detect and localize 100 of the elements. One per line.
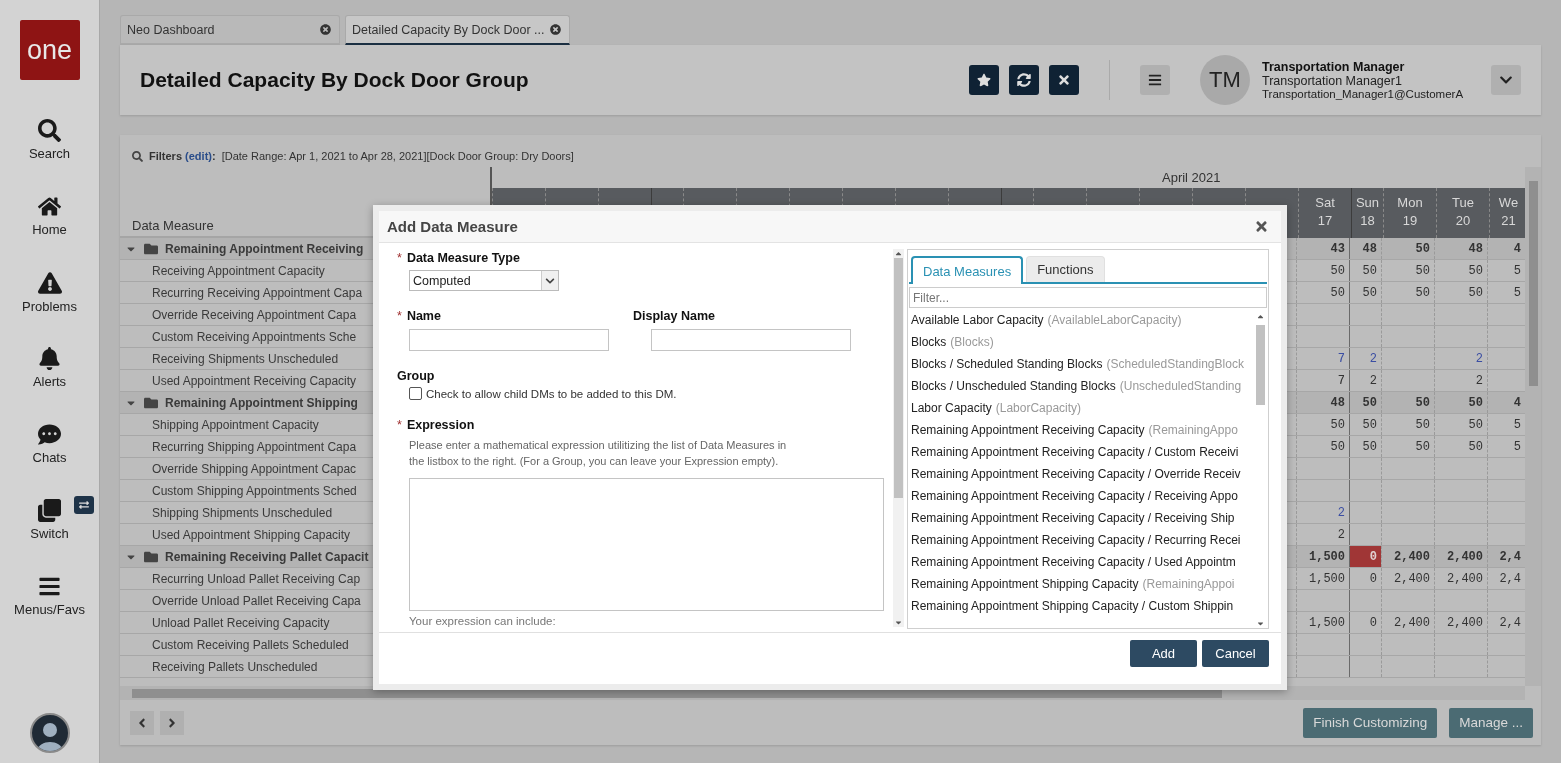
- type-select[interactable]: Computed: [409, 270, 559, 292]
- table-cell: 50: [1381, 414, 1434, 435]
- nav-item[interactable]: Alerts: [0, 330, 100, 406]
- measure-item[interactable]: Blocks / Scheduled Standing Blocks (ScheduledStandingBlock: [911, 353, 1254, 375]
- nav-item[interactable]: Switch: [0, 482, 100, 558]
- value-link[interactable]: 2: [1296, 502, 1349, 523]
- refresh-button[interactable]: [1009, 65, 1039, 95]
- table-cell: 50: [1434, 392, 1487, 413]
- close-icon[interactable]: [320, 24, 331, 35]
- table-cell: 50: [1381, 436, 1434, 457]
- day-label: We: [1498, 194, 1519, 212]
- nav-item[interactable]: Chats: [0, 406, 100, 482]
- field-label: Display Name: [633, 309, 715, 324]
- table-cell: 2,400: [1381, 568, 1434, 589]
- manage-button[interactable]: Manage ...: [1449, 707, 1533, 738]
- value-link[interactable]: 2: [1434, 348, 1487, 369]
- day-label: Sun: [1355, 194, 1380, 212]
- nav-item[interactable]: Menus/Favs: [0, 558, 100, 634]
- table-cell: 50: [1349, 414, 1381, 435]
- close-button[interactable]: [1049, 65, 1079, 95]
- add-button[interactable]: Add: [1130, 640, 1197, 667]
- scroll-up-icon[interactable]: [1256, 312, 1265, 321]
- nav-item[interactable]: Home: [0, 178, 100, 254]
- nav-item[interactable]: Search: [0, 102, 100, 178]
- value-link[interactable]: 7: [1296, 348, 1349, 369]
- table-cell: 50: [1381, 260, 1434, 281]
- scrollbar-thumb[interactable]: [1256, 325, 1265, 405]
- measure-item[interactable]: Remaining Appointment Receiving Capacity (RemainingAppo: [911, 419, 1254, 441]
- measure-label: Override Shipping Appointment Capac: [152, 461, 357, 476]
- panel-tab[interactable]: Data Measures: [911, 256, 1024, 284]
- table-cell: 50: [1381, 392, 1434, 413]
- measure-item[interactable]: Remaining Appointment Shipping Capacity / Custom Shippin: [911, 595, 1254, 617]
- table-cell: 2,400: [1381, 546, 1434, 567]
- close-button[interactable]: [1254, 219, 1269, 234]
- user-menu-button[interactable]: [1491, 65, 1521, 95]
- nav-item[interactable]: Problems: [0, 254, 100, 330]
- search-icon: [38, 119, 61, 142]
- table-cell: 50: [1296, 260, 1349, 281]
- table-cell: 48: [1349, 238, 1381, 259]
- measure-item[interactable]: Remaining Appointment Receiving Capacity / Used Appointm: [911, 551, 1254, 573]
- measure-item[interactable]: Remaining Appointment Receiving Capacity / Receiving Appo: [911, 485, 1254, 507]
- group-label: Remaining Appointment Receiving: [165, 241, 364, 256]
- measure-label: Override Receiving Appointment Capa: [152, 307, 357, 322]
- measure-item[interactable]: Labor Capacity (LaborCapacity): [911, 397, 1254, 419]
- measure-label: Receiving Shipments Unscheduled: [152, 351, 339, 366]
- table-cell: 0: [1349, 612, 1381, 633]
- user-name: Transportation Manager1: [1262, 74, 1403, 88]
- measure-item[interactable]: Remaining Appointment Receiving Capacity / Receiving Ship: [911, 507, 1254, 529]
- measure-item[interactable]: Blocks (Blocks): [911, 331, 1254, 353]
- switch-badge-icon: [73, 496, 94, 514]
- measure-label: Receiving Appointment Capacity: [152, 263, 325, 278]
- scrollbar-thumb[interactable]: [894, 258, 903, 498]
- menu-icon: [38, 575, 61, 598]
- previous-button[interactable]: [130, 710, 154, 735]
- expression-field[interactable]: [409, 477, 884, 611]
- field-label: Data Measure Type: [406, 251, 520, 265]
- measure-label: Custom Shipping Appointments Sched: [152, 483, 357, 498]
- month-label: April 2021: [1162, 170, 1221, 185]
- finish-button[interactable]: Finish Customizing: [1303, 707, 1438, 738]
- group-checkbox[interactable]: [409, 387, 422, 401]
- panel-tab[interactable]: Functions: [1026, 256, 1105, 282]
- measure-item[interactable]: Remaining Appointment Receiving Capacity / Custom Receivi: [911, 441, 1254, 463]
- user-avatar: TM: [1200, 55, 1250, 105]
- scroll-down-icon[interactable]: [1256, 619, 1265, 628]
- form-scrollbar[interactable]: [893, 249, 904, 627]
- folder-icon: [144, 549, 158, 564]
- filter-field[interactable]: Filter...: [909, 287, 1267, 308]
- close-icon[interactable]: [550, 24, 561, 35]
- user-role: Transportation Manager: [1262, 60, 1406, 74]
- menu-button[interactable]: [1140, 65, 1170, 95]
- name-field[interactable]: [409, 329, 609, 352]
- value-link[interactable]: 2: [1349, 348, 1381, 369]
- scroll-down-icon[interactable]: [894, 618, 903, 627]
- page-tab[interactable]: Detailed Capacity By Dock Door ...: [345, 15, 570, 45]
- scroll-up-icon[interactable]: [894, 249, 903, 258]
- date-label: 17: [1317, 212, 1333, 230]
- measure-item[interactable]: Available Labor Capacity (AvailableLaborCapacity): [911, 309, 1254, 331]
- refresh-icon: [1017, 73, 1031, 87]
- measure-item[interactable]: Remaining Appointment Shipping Capacity (RemainingAppoi: [911, 573, 1254, 595]
- table-cell: 2,400: [1434, 546, 1487, 567]
- vertical-scrollbar[interactable]: [1525, 167, 1541, 686]
- day-label: Tue: [1452, 194, 1474, 212]
- filter-summary: [Date Range: Apr 1, 2021 to Apr 28, 2021][Dock Door Group: Dry Doors]: [221, 150, 574, 162]
- display-name-field[interactable]: [651, 329, 851, 352]
- measure-item[interactable]: Remaining Appointment Receiving Capacity / Override Receiv: [911, 463, 1254, 485]
- folder-icon: [144, 395, 158, 410]
- table-cell: 50: [1296, 436, 1349, 457]
- measure-item[interactable]: Remaining Appointment Receiving Capacity / Recurring Recei: [911, 529, 1254, 551]
- cancel-button[interactable]: Cancel: [1202, 640, 1269, 667]
- logo[interactable]: one: [19, 20, 80, 80]
- next-button[interactable]: [160, 710, 184, 735]
- avatar-icon[interactable]: [29, 713, 70, 753]
- table-cell: 0: [1349, 568, 1381, 589]
- page-tab[interactable]: Neo Dashboard: [120, 15, 340, 45]
- measure-item[interactable]: Blocks / Unscheduled Standing Blocks (UnscheduledStanding: [911, 375, 1254, 397]
- help-text: the listbox to the right. (For a Group, you can leave your Expression empty).: [409, 453, 780, 469]
- edit-link[interactable]: (edit): [185, 150, 212, 162]
- favorite-button[interactable]: [969, 65, 999, 95]
- day-label: Mon: [1397, 194, 1423, 212]
- warning-icon: [37, 270, 62, 295]
